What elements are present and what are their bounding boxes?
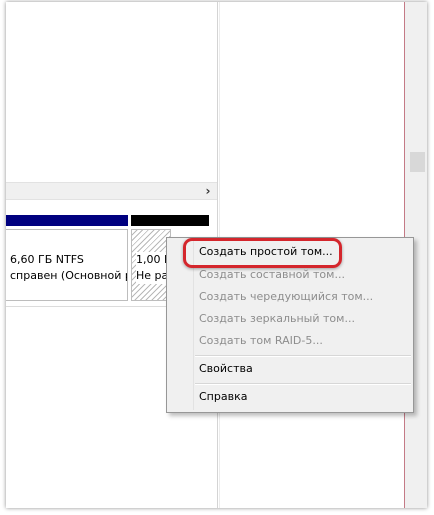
vertical-scrollbar-thumb[interactable] (410, 152, 425, 172)
menu-item-help[interactable]: Справка (167, 386, 413, 408)
primary-partition-bar (6, 215, 128, 226)
menu-separator (195, 355, 411, 357)
partition-ntfs[interactable]: 6,60 ГБ NTFS справен (Основной р (6, 229, 128, 301)
menu-item-new-striped-volume[interactable]: Создать чередующийся том... (167, 286, 413, 308)
unallocated-status-label: Не ра (136, 268, 169, 284)
menu-item-new-raid5-volume[interactable]: Создать том RAID-5... (167, 330, 413, 352)
partition-unallocated[interactable]: 1,00 Г Не ра (131, 229, 171, 301)
highlight-outline (183, 238, 342, 268)
unallocated-bar (131, 215, 209, 226)
partition-status-label: справен (Основной р (10, 269, 128, 282)
scroll-right-icon[interactable]: › (201, 183, 215, 199)
volume-list-pane (6, 2, 217, 182)
menu-item-new-mirrored-volume[interactable]: Создать зеркальный том... (167, 308, 413, 330)
partition-size-label: 6,60 ГБ NTFS (10, 253, 84, 266)
menu-item-properties[interactable]: Свойства (167, 358, 413, 380)
horizontal-scrollbar[interactable]: › (6, 182, 217, 200)
menu-separator (195, 383, 411, 385)
